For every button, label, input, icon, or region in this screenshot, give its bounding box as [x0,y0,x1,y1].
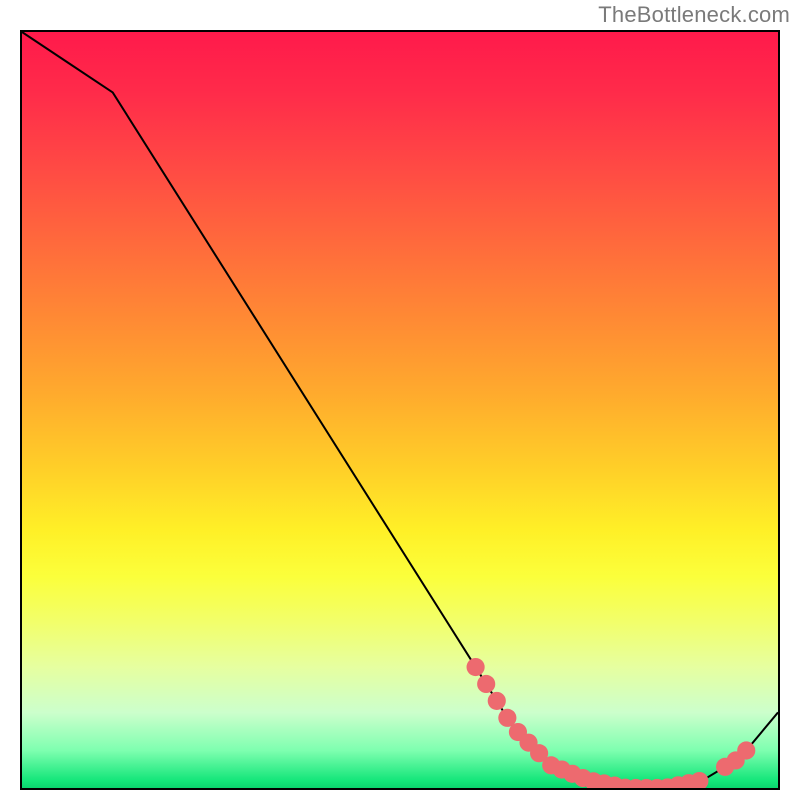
bottleneck-curve [22,32,778,788]
curve-marker [737,741,755,759]
plot-area [20,30,780,790]
chart-container: TheBottleneck.com [0,0,800,800]
curve-marker [477,675,495,693]
attribution-text: TheBottleneck.com [598,2,790,28]
curve-path [22,32,778,788]
curve-marker [467,658,485,676]
curve-marker [690,772,708,788]
curve-marker [488,692,506,710]
